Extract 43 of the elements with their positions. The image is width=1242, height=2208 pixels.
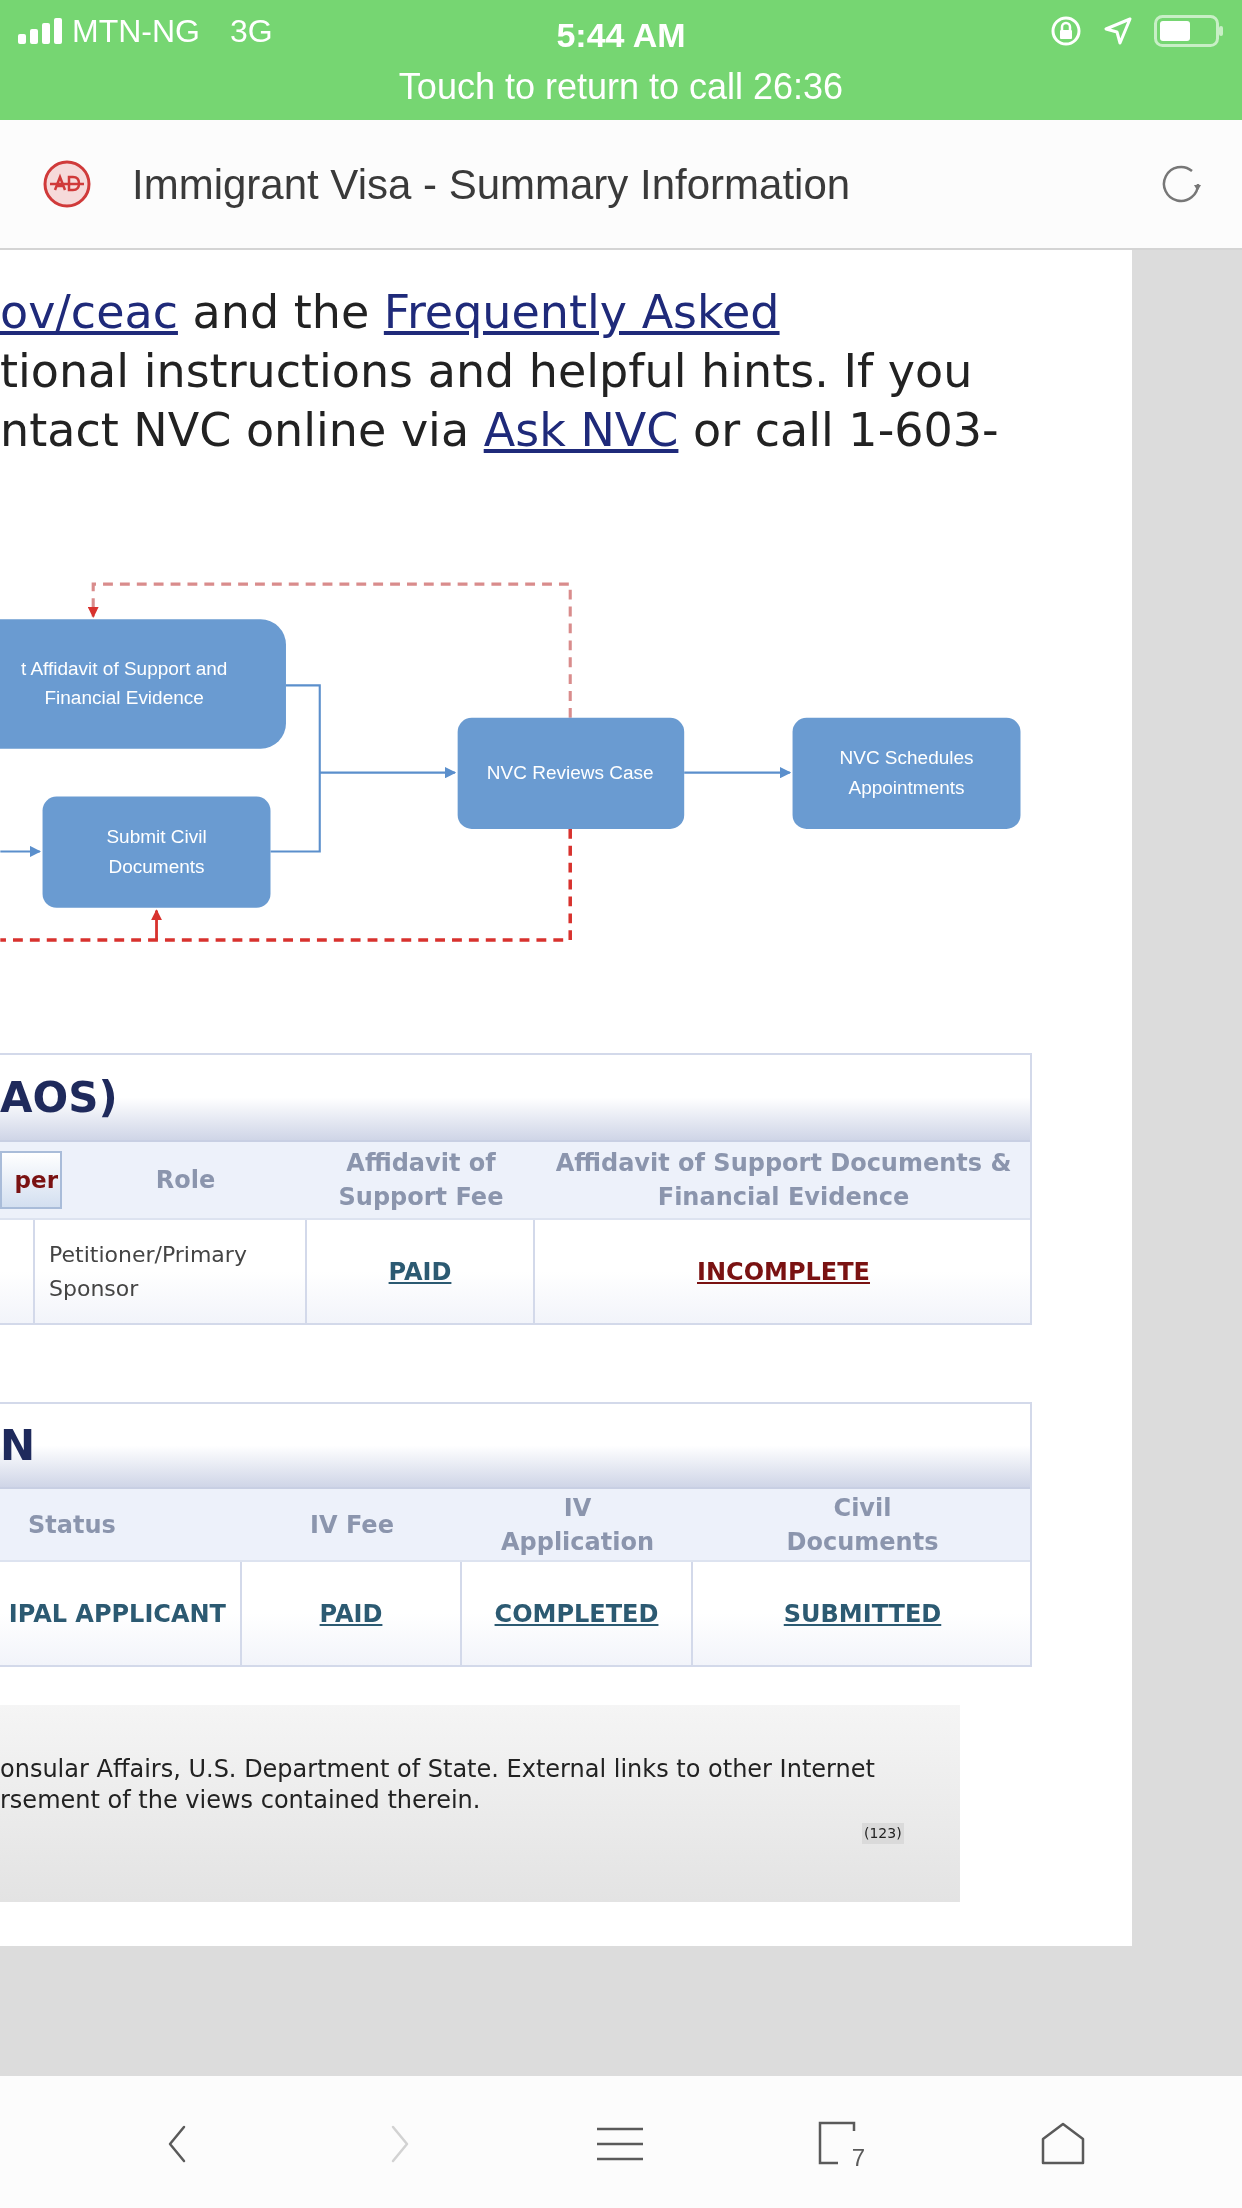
rotation-lock-icon — [1050, 15, 1082, 47]
flow-arrow — [0, 845, 42, 858]
column-header: Role — [155, 1165, 216, 1196]
text-link[interactable]: Frequently Asked — [383, 285, 780, 339]
ad-block-icon[interactable] — [42, 159, 92, 209]
body-text: and the — [191, 285, 371, 339]
page-title: Immigrant Visa - Summary Information — [132, 159, 851, 210]
home-icon — [1040, 2121, 1086, 2167]
status-text: IPAL APPLICANT — [8, 1598, 226, 1630]
status-link[interactable]: PAID — [388, 1253, 452, 1290]
location-arrow-icon — [1104, 17, 1132, 45]
column-header: IV Application — [499, 1492, 656, 1558]
status-link[interactable]: SUBMITTED — [783, 1595, 942, 1632]
column-header: Affidavit of Support Documents & Financial Evidence — [554, 1148, 1013, 1213]
column-header: Affidavit of Support Fee — [337, 1148, 505, 1213]
text-link[interactable]: Ask NVC — [483, 403, 679, 457]
process-step: t Affidavit of Support and Financial Evidence — [0, 619, 286, 749]
page-counter: (123) — [862, 1823, 904, 1844]
column-header: IV Fee — [310, 1509, 394, 1541]
back-icon — [168, 2125, 186, 2163]
process-step: Submit Civil Documents — [42, 796, 271, 908]
text-link[interactable]: ov/ceac — [0, 285, 178, 339]
status-link[interactable]: INCOMPLETE — [697, 1253, 870, 1290]
sort-button[interactable]: per — [0, 1151, 62, 1209]
clock: 5:44 AM — [556, 15, 686, 56]
forward-icon — [391, 2125, 409, 2163]
status-link[interactable]: COMPLETED — [494, 1595, 659, 1632]
column-header: Status — [28, 1509, 116, 1541]
carrier-name: MTN-NG — [72, 12, 200, 51]
table-title: AOS) — [0, 1076, 118, 1119]
process-step: NVC Reviews Case — [457, 717, 685, 829]
network-type: 3G — [229, 12, 273, 51]
body-text: or call 1-603- — [692, 403, 999, 457]
body-text: tional instructions and helpful hints. If you — [0, 344, 973, 398]
table-title: N — [0, 1424, 36, 1467]
body-text: ntact NVC online via — [0, 403, 471, 457]
footer-text: onsular Affairs, U.S. Department of State. External links to other Internet rsement of the views contained therein. — [0, 1754, 876, 1816]
status-link[interactable]: PAID — [319, 1595, 383, 1632]
role-text: Petitioner/Primary Sponsor — [49, 1240, 248, 1303]
battery-icon — [1154, 15, 1224, 47]
process-step: NVC Schedules Appointments — [792, 717, 1021, 829]
tabs-button[interactable]: 7 — [815, 2118, 867, 2170]
column-header: Civil Documents — [785, 1492, 940, 1558]
